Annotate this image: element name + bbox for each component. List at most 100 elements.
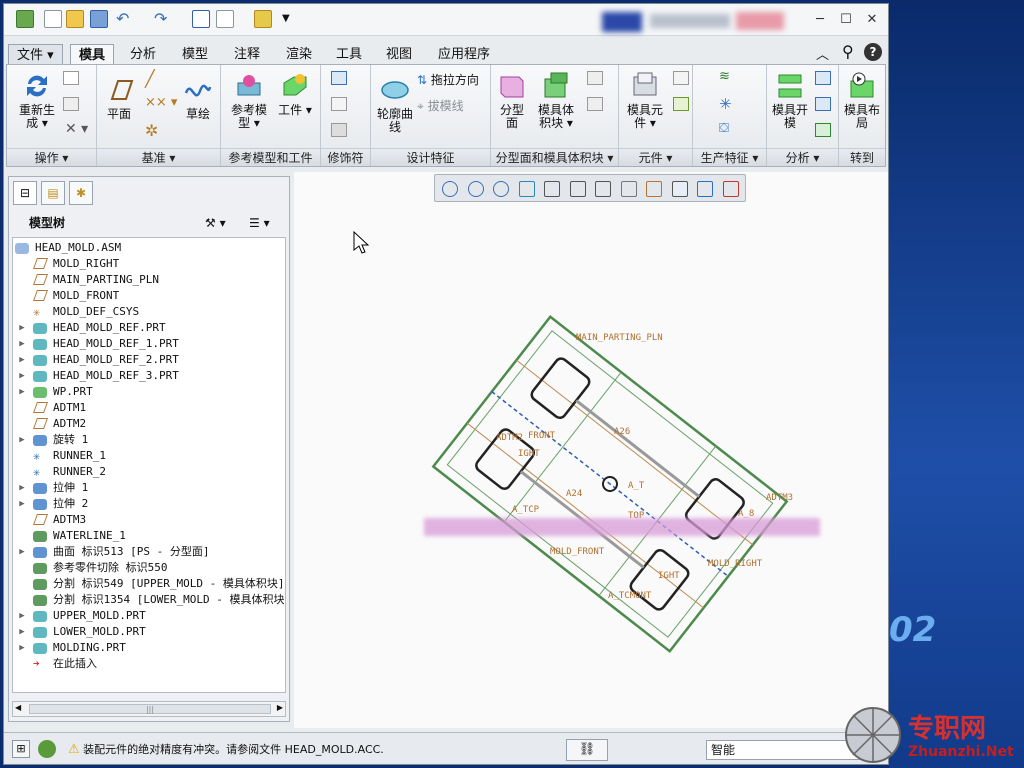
csys-icon[interactable]: ✲ (145, 121, 158, 140)
cutout-icon (33, 563, 47, 574)
group-analysis-label[interactable]: 分析 ▾ (767, 148, 838, 166)
parting-surface-button[interactable]: 分型面 (495, 71, 529, 130)
molding-icon[interactable] (673, 97, 689, 111)
paste-icon[interactable] (63, 97, 79, 111)
new-icon[interactable] (44, 10, 62, 28)
model-label: A_8 (738, 509, 754, 519)
customize-icon[interactable]: ▼ (282, 10, 300, 28)
delete-icon[interactable]: ✕ ▾ (65, 121, 88, 137)
minimize-button[interactable]: ─ (812, 12, 828, 28)
sketch-button[interactable]: 草绘 (181, 75, 215, 121)
projected-area-icon[interactable] (815, 123, 831, 137)
expand-icon[interactable]: ▶ (17, 496, 27, 512)
expand-icon[interactable]: ▶ (17, 336, 27, 352)
open-icon[interactable] (66, 10, 84, 28)
tab-folder-browser[interactable]: ▤ (41, 181, 65, 205)
ref-model-button[interactable]: 参考模型 ▾ (227, 71, 271, 130)
trim-icon[interactable] (587, 97, 603, 111)
mold-component-button[interactable]: 模具元件 ▾ (623, 71, 667, 130)
mold-volume-button[interactable]: 模具体积块 ▾ (533, 71, 579, 130)
scroll-thumb[interactable]: ||| (29, 704, 271, 714)
tab-model-tree[interactable]: ⊟ (13, 181, 37, 205)
expand-icon[interactable]: ▶ (17, 368, 27, 384)
tab-view[interactable]: 视图 (378, 44, 420, 66)
point-icon[interactable]: ×× ▾ (145, 95, 177, 110)
expand-icon[interactable]: ▶ (17, 640, 27, 656)
mold-open-button[interactable]: 模具开模 (769, 71, 811, 130)
maximize-button[interactable]: ☐ (838, 12, 854, 28)
group-parting-label[interactable]: 分型面和模具体积块 ▾ (491, 148, 618, 166)
ribbon-collapse-icon[interactable]: ︿ (816, 44, 829, 63)
expand-icon[interactable]: ▶ (17, 624, 27, 640)
tree-settings-icon[interactable]: ⚒ ▾ (205, 211, 226, 235)
folder-icon[interactable] (254, 10, 272, 28)
profile-curve-button[interactable]: 轮廓曲线 (375, 75, 415, 134)
find-icon[interactable]: ⛓ (566, 739, 608, 761)
tree-row-label: 参考零件切除 标识550 (53, 561, 168, 574)
save-icon[interactable] (90, 10, 108, 28)
group-component-label[interactable]: 元件 ▾ (619, 148, 692, 166)
scroll-right-icon[interactable]: ▶ (277, 703, 283, 712)
axis-icon[interactable]: ╱ (145, 69, 155, 88)
scroll-left-icon[interactable]: ◀ (15, 703, 21, 712)
workpiece-button[interactable]: 工件 ▾ (275, 71, 315, 117)
split-icon (33, 579, 47, 590)
expand-icon[interactable]: ▶ (17, 352, 27, 368)
tab-apps[interactable]: 应用程序 (430, 44, 498, 66)
thicken-icon[interactable] (331, 123, 347, 137)
group-operations-label[interactable]: 操作 ▾ (7, 148, 96, 166)
runner-icon[interactable]: ✳ (719, 95, 732, 113)
analysis-label: 分析 (785, 151, 810, 165)
group-production-label[interactable]: 生产特征 ▾ (693, 148, 766, 166)
expand-icon[interactable]: ▶ (17, 608, 27, 624)
offset-icon[interactable] (331, 97, 347, 111)
tab-mold[interactable]: 模具 (70, 44, 115, 66)
tab-model[interactable]: 模型 (174, 44, 216, 66)
model-label: A_T (628, 481, 645, 491)
watermark-logo-icon (845, 707, 901, 763)
tab-annotate[interactable]: 注释 (226, 44, 268, 66)
group-design: 轮廓曲线 ⇅ 拖拉方向 ⌖ 拔模线 设计特征 (371, 65, 491, 166)
expand-icon[interactable]: ▶ (17, 480, 27, 496)
extract-icon[interactable] (673, 71, 689, 85)
waterline-icon[interactable]: ≋ (719, 69, 730, 84)
drag-direction-icon: ⇅ (417, 73, 428, 87)
undo-icon[interactable]: ↶ (116, 10, 134, 28)
search-icon[interactable]: ⚲ (842, 42, 854, 61)
regenerate-icon[interactable] (192, 10, 210, 28)
close-button[interactable]: ✕ (864, 12, 880, 28)
title-bar: ↶ ↷ ▼ ─ ☐ ✕ (4, 4, 888, 36)
tree-show-icon[interactable]: ☰ ▾ (249, 211, 270, 235)
ejector-pin-icon[interactable]: ⛋ (719, 121, 729, 136)
copy-icon[interactable] (63, 71, 79, 85)
group-datum-label[interactable]: 基准 ▾ (97, 148, 220, 166)
tree-horizontal-scrollbar[interactable]: ◀ ||| ▶ (12, 701, 286, 717)
tab-analysis[interactable]: 分析 (122, 44, 164, 66)
tab-tools[interactable]: 工具 (328, 44, 370, 66)
app-logo-icon[interactable] (16, 10, 34, 28)
tab-render[interactable]: 渲染 (278, 44, 320, 66)
mold-layout-button[interactable]: 模具布局 (841, 71, 883, 130)
draft-line-button[interactable]: ⌖ 拔模线 (417, 97, 464, 114)
redo-icon[interactable]: ↷ (154, 10, 172, 28)
status-message: ⚠ 装配元件的绝对精度有冲突。请参阅文件 HEAD_MOLD.ACC. (68, 741, 384, 757)
insert-arrow-icon: ➔ (33, 657, 40, 670)
draft-check-icon[interactable] (815, 71, 831, 85)
navigator-toggle-icon[interactable]: ⊞ (12, 740, 30, 758)
thickness-check-icon[interactable] (815, 97, 831, 111)
tab-favorites[interactable]: ✱ (69, 181, 93, 205)
expand-icon[interactable]: ▶ (17, 432, 27, 448)
browser-toggle-icon[interactable] (38, 740, 56, 758)
expand-icon[interactable]: ▶ (17, 544, 27, 560)
windows-icon[interactable] (216, 10, 234, 28)
expand-icon[interactable]: ▶ (17, 320, 27, 336)
regenerate-button[interactable]: 重新生成 ▾ (15, 71, 59, 130)
plane-button[interactable]: 平面 (103, 75, 135, 121)
tab-file[interactable]: 文件 ▾ (8, 44, 63, 66)
split-icon[interactable] (587, 71, 603, 85)
drag-direction-button[interactable]: ⇅ 拖拉方向 (417, 71, 479, 88)
help-icon[interactable]: ? (864, 43, 882, 61)
graphics-area[interactable]: MAIN_PARTING_PLN ADTM2 FRONT ADTM3 MOLD_… (294, 172, 888, 728)
project-icon[interactable] (331, 71, 347, 85)
expand-icon[interactable]: ▶ (17, 384, 27, 400)
